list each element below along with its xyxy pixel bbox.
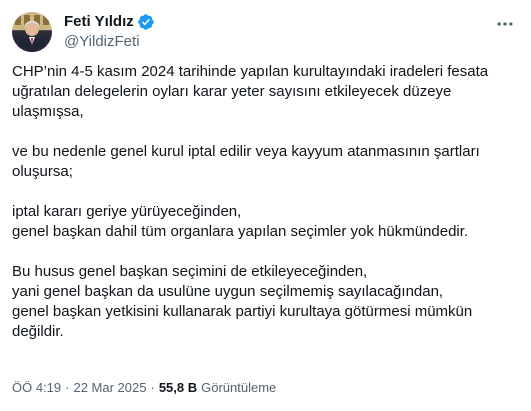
- name-row: Feti Yıldız: [64, 12, 155, 32]
- tweet-meta: ÖÖ 4:19 · 22 Mar 2025 · 55,8 B Görüntüle…: [12, 380, 276, 396]
- views-label: Görüntüleme: [201, 380, 277, 395]
- tweet-date[interactable]: 22 Mar 2025: [73, 380, 146, 396]
- tweet-line: uğratılan delegelerin oyları karar yeter…: [12, 83, 452, 100]
- views-count: 55,8 B: [158, 380, 198, 395]
- tweet-paragraph: CHP’nin 4-5 kasım 2024 tarihinde yapılan…: [12, 62, 519, 122]
- avatar[interactable]: [12, 12, 52, 52]
- verified-badge-icon[interactable]: [137, 13, 155, 31]
- tweet-paragraph: ve bu nedenle genel kurul iptal edilir v…: [12, 142, 519, 182]
- tweet-line: genel başkan dahil tüm organlara yapılan…: [12, 223, 469, 240]
- meta-separator: ·: [150, 380, 155, 395]
- tweet-line: değildir.: [12, 323, 64, 340]
- author-names: Feti Yıldız @YildizFeti: [64, 12, 155, 52]
- tweet-text: CHP’nin 4-5 kasım 2024 tarihinde yapılan…: [12, 62, 519, 362]
- tweet-line: oluşursa;: [12, 163, 73, 180]
- tweet-time[interactable]: ÖÖ 4:19: [12, 380, 61, 396]
- more-options-icon[interactable]: [495, 14, 515, 34]
- tweet-header: Feti Yıldız @YildizFeti: [12, 12, 519, 52]
- tweet-line: CHP’nin 4-5 kasım 2024 tarihinde yapılan…: [12, 63, 489, 80]
- tweet-line: iptal kararı geriye yürüyeceğinden,: [12, 203, 242, 220]
- tweet-line: ulaşmışsa,: [12, 103, 84, 120]
- tweet-line: yani genel başkan da usulüne uygun seçil…: [12, 283, 444, 300]
- tweet-paragraph: iptal kararı geriye yürüyeceğinden, gene…: [12, 202, 519, 242]
- tweet-line: Bu husus genel başkan seçimini de etkile…: [12, 263, 368, 280]
- avatar-image: [12, 12, 52, 52]
- tweet-line: ve bu nedenle genel kurul iptal edilir v…: [12, 143, 480, 160]
- tweet-line: genel başkan yetkisini kullanarak partiy…: [12, 303, 473, 320]
- tweet-paragraph: Bu husus genel başkan seçimini de etkile…: [12, 262, 519, 342]
- author-handle[interactable]: @YildizFeti: [64, 32, 155, 52]
- tweet-card: Feti Yıldız @YildizFeti CHP’nin 4-5 kası…: [0, 0, 531, 411]
- meta-separator: ·: [65, 380, 70, 395]
- author-display-name[interactable]: Feti Yıldız: [64, 12, 134, 32]
